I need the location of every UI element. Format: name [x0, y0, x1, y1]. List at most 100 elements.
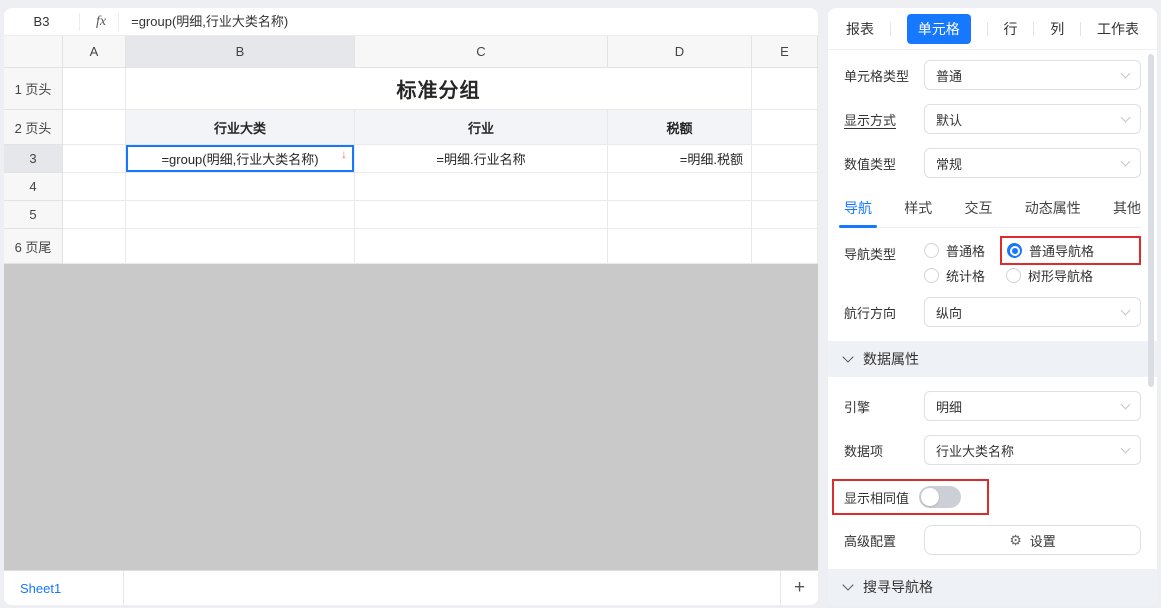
fx-icon: fx — [79, 13, 118, 31]
row-header-1[interactable]: 1 页头 — [4, 68, 63, 110]
row-header-5[interactable]: 5 — [4, 201, 63, 229]
tab-row[interactable]: 行 — [1004, 19, 1018, 39]
radio-normal-cell[interactable]: 普通格 — [924, 241, 1006, 260]
sheet-bar: Sheet1 + — [4, 570, 818, 605]
cell-d2[interactable]: 税额 — [608, 110, 752, 145]
sub-tab-dynamic-props[interactable]: 动态属性 — [1025, 192, 1081, 227]
sub-tab-interaction[interactable]: 交互 — [965, 192, 993, 227]
cell-d4[interactable] — [608, 173, 752, 201]
radio-label: 树形导航格 — [1028, 266, 1093, 285]
field-nav-type: 导航类型 普通格 普通导航格 统计格 树形导航格 — [844, 241, 1141, 285]
chevron-down-icon — [842, 351, 853, 362]
nav-type-label: 导航类型 — [844, 244, 924, 263]
cell-b2[interactable]: 行业大类 — [126, 110, 355, 145]
tab-divider — [1080, 22, 1081, 36]
data-item-select[interactable]: 行业大类名称 — [924, 435, 1141, 465]
tab-cell[interactable]: 单元格 — [907, 14, 971, 44]
column-header-b[interactable]: B — [126, 36, 355, 68]
cell-a5[interactable] — [63, 201, 126, 229]
radio-label: 普通导航格 — [1029, 241, 1094, 260]
cell-a1[interactable] — [63, 68, 126, 110]
cell-type-select[interactable]: 普通 — [924, 60, 1141, 90]
cell-e6[interactable] — [752, 229, 818, 264]
radio-stat-cell[interactable]: 统计格 — [924, 266, 1006, 285]
gear-icon: ⚙ — [1009, 533, 1022, 547]
column-header-c[interactable]: C — [355, 36, 608, 68]
grid-corner[interactable] — [4, 36, 63, 68]
section-search-nav-cell[interactable]: 搜寻导航格 — [828, 569, 1157, 605]
advanced-settings-button[interactable]: ⚙ 设置 — [924, 525, 1141, 555]
row-header-6[interactable]: 6 页尾 — [4, 229, 63, 264]
column-header-d[interactable]: D — [608, 36, 752, 68]
cell-b6[interactable] — [126, 229, 355, 264]
nav-direction-select[interactable]: 纵向 — [924, 297, 1141, 327]
display-mode-value: 默认 — [936, 110, 962, 129]
tab-column[interactable]: 列 — [1050, 19, 1064, 39]
show-same-value-toggle-off[interactable] — [919, 486, 961, 508]
cell-b5[interactable] — [126, 201, 355, 229]
section-title: 搜寻导航格 — [863, 577, 933, 597]
sub-tab-style[interactable]: 样式 — [904, 192, 932, 227]
cell-e2[interactable] — [752, 110, 818, 145]
nav-type-radio-group: 普通格 普通导航格 统计格 树形导航格 — [924, 241, 1141, 285]
number-type-select[interactable]: 常规 — [924, 148, 1141, 178]
chevron-down-icon — [1121, 399, 1131, 409]
tab-report[interactable]: 报表 — [846, 19, 874, 39]
cell-c4[interactable] — [355, 173, 608, 201]
number-type-label: 数值类型 — [844, 154, 924, 173]
cell-d3[interactable]: =明细.税额 — [608, 145, 752, 173]
add-sheet-button[interactable]: + — [780, 571, 818, 605]
cell-a6[interactable] — [63, 229, 126, 264]
cell-a4[interactable] — [63, 173, 126, 201]
cell-d6[interactable] — [608, 229, 752, 264]
field-nav-direction: 航行方向 纵向 — [844, 297, 1141, 327]
row-header-3[interactable]: 3 — [4, 145, 63, 173]
cell-title-b1[interactable]: 标准分组 — [126, 68, 752, 110]
column-header-a[interactable]: A — [63, 36, 126, 68]
property-panel: 报表 单元格 行 列 工作表 单元格类型 普通 显示方式 默认 数值类型 — [828, 8, 1157, 605]
cell-a2[interactable] — [63, 110, 126, 145]
display-mode-select[interactable]: 默认 — [924, 104, 1141, 134]
panel-scrollbar-thumb[interactable] — [1148, 54, 1154, 387]
radio-label: 统计格 — [946, 266, 985, 285]
field-display-mode: 显示方式 默认 — [844, 104, 1141, 134]
cell-e3[interactable] — [752, 145, 818, 173]
display-mode-label: 显示方式 — [844, 110, 924, 129]
formula-input[interactable]: =group(明细,行业大类名称) — [118, 13, 818, 31]
group-direction-arrow-icon: ↓ — [341, 147, 347, 161]
column-header-e[interactable]: E — [752, 36, 818, 68]
cell-c5[interactable] — [355, 201, 608, 229]
cell-e5[interactable] — [752, 201, 818, 229]
nav-direction-value: 纵向 — [936, 303, 962, 322]
radio-label: 普通格 — [946, 241, 985, 260]
cell-e1[interactable] — [752, 68, 818, 110]
cell-c3[interactable]: =明细.行业名称 — [355, 145, 608, 173]
sheet-bar-spacer — [124, 571, 780, 605]
sheet-tab-sheet1[interactable]: Sheet1 — [4, 571, 124, 605]
cell-b3-selected[interactable]: =group(明细,行业大类名称) ↓ — [126, 145, 355, 173]
section-data-properties[interactable]: 数据属性 — [828, 341, 1157, 377]
engine-select[interactable]: 明细 — [924, 391, 1141, 421]
number-type-value: 常规 — [936, 154, 962, 173]
row-header-4[interactable]: 4 — [4, 173, 63, 201]
cell-c6[interactable] — [355, 229, 608, 264]
field-cell-type: 单元格类型 普通 — [844, 60, 1141, 90]
field-data-item: 数据项 行业大类名称 — [844, 435, 1141, 465]
cell-a3[interactable] — [63, 145, 126, 173]
chevron-down-icon — [1121, 112, 1131, 122]
radio-normal-nav-cell-selected[interactable]: 普通导航格 — [1000, 236, 1141, 265]
cell-c2[interactable]: 行业 — [355, 110, 608, 145]
cell-name-box[interactable]: B3 — [4, 8, 79, 35]
row-header-2[interactable]: 2 页头 — [4, 110, 63, 145]
engine-label: 引擎 — [844, 397, 924, 416]
cell-d5[interactable] — [608, 201, 752, 229]
cell-e4[interactable] — [752, 173, 818, 201]
radio-tree-nav-cell[interactable]: 树形导航格 — [1006, 266, 1141, 285]
tab-divider — [890, 22, 891, 36]
field-show-same-value: 显示相同值 — [844, 479, 1141, 515]
sub-tab-other[interactable]: 其他 — [1113, 192, 1141, 227]
cell-b4[interactable] — [126, 173, 355, 201]
radio-icon — [924, 268, 939, 283]
tab-worksheet[interactable]: 工作表 — [1097, 19, 1139, 39]
sub-tab-navigation[interactable]: 导航 — [844, 192, 872, 227]
